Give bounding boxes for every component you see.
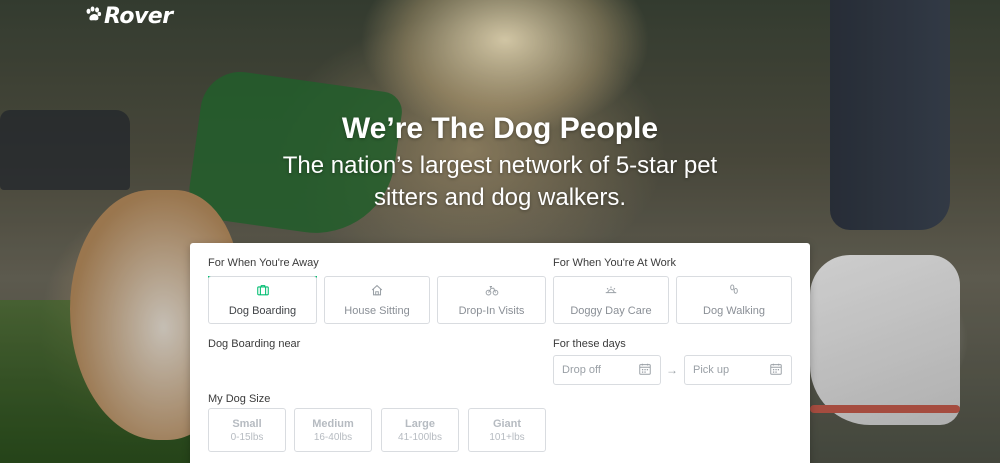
sun-icon [604,283,618,302]
location-label: Dog Boarding near [208,338,301,350]
hero-subtitle: The nation’s largest network of 5-star p… [282,152,718,211]
search-card: For When You're Away For When You're At … [190,243,810,463]
rover-logo[interactable]: Rover [84,4,173,29]
brand-wordmark: Rover [104,4,173,29]
service-dog-walking[interactable]: Dog Walking [676,276,792,324]
date-range-arrow: → [666,363,678,377]
service-doggy-day-care[interactable]: Doggy Day Care [553,276,669,324]
service-label: Doggy Day Care [570,305,652,317]
size-range: 0-15lbs [230,431,264,443]
service-drop-in-visits[interactable]: Drop-In Visits [437,276,546,324]
bike-icon [485,283,499,302]
service-label: Drop-In Visits [458,305,525,317]
hero-title: We’re The Dog People [341,112,659,145]
paw-icon [84,5,102,28]
size-name: Medium [312,417,354,430]
pick-up-placeholder: Pick up [693,364,730,376]
service-dog-boarding[interactable]: Dog Boarding [208,276,317,324]
calendar-icon [769,362,783,379]
leash-icon [727,283,741,302]
away-group-label: For When You're Away [208,257,319,269]
size-option-small[interactable]: Small 0-15lbs [208,408,286,452]
pick-up-date-field[interactable]: Pick up [684,355,792,385]
service-label: Dog Boarding [228,305,297,317]
suitcase-icon [256,283,270,302]
drop-off-placeholder: Drop off [562,364,601,376]
size-option-large[interactable]: Large 41-100lbs [381,408,459,452]
size-name: Giant [492,417,522,430]
dates-label: For these days [553,338,626,350]
size-range: 101+lbs [489,431,525,443]
size-name: Large [405,417,435,430]
service-house-sitting[interactable]: House Sitting [324,276,430,324]
dog-size-label: My Dog Size [208,393,271,405]
size-option-giant[interactable]: Giant 101+lbs [468,408,546,452]
service-label: House Sitting [344,305,410,317]
house-icon [370,283,384,302]
calendar-icon [638,362,652,379]
size-range: 16-40lbs [313,431,353,443]
size-range: 41-100lbs [398,431,442,443]
work-group-label: For When You're At Work [553,257,676,269]
drop-off-date-field[interactable]: Drop off [553,355,661,385]
size-name: Small [232,417,262,430]
service-label: Dog Walking [703,305,765,317]
size-option-medium[interactable]: Medium 16-40lbs [294,408,372,452]
